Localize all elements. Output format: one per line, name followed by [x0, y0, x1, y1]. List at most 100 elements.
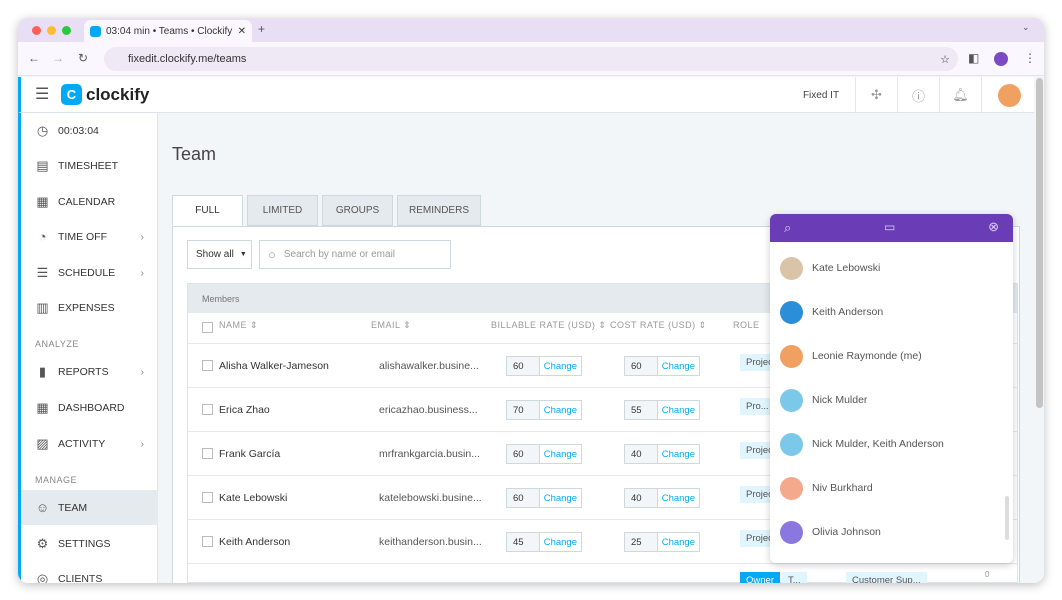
tab-full[interactable]: FULL [172, 195, 243, 226]
activity-icon: ▨ [36, 435, 49, 451]
caret-down-icon: ▼ [239, 251, 247, 258]
minimize-window-button[interactable] [47, 26, 56, 35]
maximize-window-button[interactable] [62, 26, 71, 35]
change-cost-button[interactable]: Change [658, 489, 699, 507]
section-manage: MANAGE [35, 475, 78, 485]
clockify-favicon [90, 25, 101, 37]
close-window-button[interactable] [32, 26, 41, 35]
select-all-checkbox[interactable] [202, 322, 213, 333]
change-cost-button[interactable]: Change [658, 533, 699, 551]
role-badge[interactable]: T... [782, 572, 807, 583]
table-row: Owner T... Customer Sup... 0 [188, 563, 1017, 583]
row-checkbox[interactable] [202, 448, 213, 459]
sidebar-item-timesheet[interactable]: ▤ TIMESHEET [21, 148, 158, 183]
col-name[interactable]: NAME ⇕ [219, 320, 258, 331]
gear-icon: ⚙ [36, 535, 49, 551]
close-tab-icon[interactable]: ✕ [238, 26, 246, 37]
team-icon: ☺ [35, 500, 50, 515]
clockify-logo[interactable]: Cclockify [61, 84, 149, 105]
clock-icon: ◷ [36, 122, 49, 138]
new-tab-button[interactable]: + [258, 22, 265, 36]
workspace-switcher[interactable]: Fixed IT [791, 77, 851, 113]
sidebar-item-dashboard[interactable]: ▦ DASHBOARD [21, 390, 158, 425]
sidebar-item-reports[interactable]: ▮ REPORTS › [21, 354, 158, 389]
change-billable-button[interactable]: Change [540, 401, 581, 419]
puzzle-icon[interactable]: ✣ [855, 77, 897, 113]
page-scrollbar[interactable] [1036, 78, 1043, 408]
sidebar-item-clients[interactable]: ◎ CLIENTS [21, 561, 158, 584]
change-billable-button[interactable]: Change [540, 357, 581, 375]
row-checkbox[interactable] [202, 492, 213, 503]
side-panel-icon[interactable]: ◧ [968, 51, 979, 65]
col-cost-rate[interactable]: COST RATE (USD) ⇕ [610, 320, 707, 331]
sidebar-item-time-off[interactable]: ◔ TIME OFF › [21, 219, 158, 254]
close-icon[interactable]: ⊗ [988, 219, 999, 235]
chevron-right-icon: › [140, 230, 145, 243]
sidebar-item-settings[interactable]: ⚙ SETTINGS [21, 526, 158, 561]
change-billable-button[interactable]: Change [540, 489, 581, 507]
tab-list-button[interactable]: ⌄ [1022, 22, 1030, 33]
avatar [780, 388, 803, 412]
timer-item[interactable]: ◷ 00:03:04 [21, 113, 158, 148]
hamburger-menu-icon[interactable]: ☰ [35, 84, 49, 104]
sidebar-item-activity[interactable]: ▨ ACTIVITY › [21, 426, 158, 461]
sidebar-item-schedule[interactable]: ☰ SCHEDULE › [21, 255, 158, 290]
popup-user-item[interactable]: Leonie Raymonde (me) [780, 334, 922, 378]
role-badge-owner[interactable]: Owner [740, 572, 780, 583]
avatar [780, 476, 803, 500]
sidebar-item-calendar[interactable]: ▦ CALENDAR [21, 184, 158, 219]
dashboard-icon: ▦ [36, 399, 49, 415]
row-checkbox[interactable] [202, 404, 213, 415]
browser-window: 03:04 min • Teams • Clockify ✕ + ⌄ ← → ↻ … [18, 18, 1044, 583]
calendar-icon: ▦ [36, 193, 49, 209]
browser-tab[interactable]: 03:04 min • Teams • Clockify ✕ [84, 20, 252, 42]
url-input[interactable]: fixedit.clockify.me/teams ☆ [104, 47, 958, 71]
col-role: ROLE [733, 320, 760, 330]
cost-rate: 40 Change [624, 488, 700, 508]
col-billable-rate[interactable]: BILLABLE RATE (USD) ⇕ [491, 320, 606, 331]
menu-icon[interactable]: ⋮ [1024, 51, 1036, 65]
back-icon[interactable]: ← [28, 51, 40, 65]
member-email: katelebowski.busine... [379, 492, 482, 504]
avatar [780, 520, 803, 544]
sidebar-item-team[interactable]: ☺ TEAM [21, 490, 158, 525]
change-cost-button[interactable]: Change [658, 401, 699, 419]
change-cost-button[interactable]: Change [658, 445, 699, 463]
avatar [780, 300, 803, 324]
cost-rate: 55 Change [624, 400, 700, 420]
search-icon[interactable]: ⌕ [784, 220, 791, 236]
popup-user-item[interactable]: Kate Lebowski [780, 246, 880, 290]
member-email: ericazhao.business... [379, 404, 478, 416]
change-cost-button[interactable]: Change [658, 357, 699, 375]
popup-user-item[interactable]: Nick Mulder [780, 378, 867, 422]
search-input[interactable]: ○ Search by name or email [259, 240, 451, 269]
row-checkbox[interactable] [202, 536, 213, 547]
tab-limited[interactable]: LIMITED [247, 195, 318, 226]
change-billable-button[interactable]: Change [540, 533, 581, 551]
popup-user-item[interactable]: Nick Mulder, Keith Anderson [780, 422, 944, 466]
popup-user-item[interactable]: Keith Anderson [780, 290, 883, 334]
profile-avatar[interactable] [994, 52, 1008, 66]
minimize-icon[interactable]: ▭ [884, 220, 895, 234]
tab-reminders[interactable]: REMINDERS [397, 195, 481, 226]
sidebar-item-expenses[interactable]: ▥ EXPENSES [21, 290, 158, 325]
help-icon[interactable]: ⓘ [897, 77, 939, 113]
member-name: Keith Anderson [219, 536, 291, 548]
change-billable-button[interactable]: Change [540, 445, 581, 463]
sidebar: ◷ 00:03:04 ▤ TIMESHEET ▦ CALENDAR ◔ TIME OFF… [18, 113, 158, 583]
tab-groups[interactable]: GROUPS [322, 195, 393, 226]
popup-user-item[interactable]: Niv Burkhard [780, 466, 873, 510]
popup-scrollbar[interactable] [1005, 496, 1009, 540]
col-email[interactable]: EMAIL ⇕ [371, 320, 411, 331]
user-avatar[interactable] [981, 77, 1037, 113]
group-badge[interactable]: Customer Sup... [846, 572, 927, 583]
chevron-right-icon: › [140, 266, 145, 279]
bell-icon[interactable]: 🔔︎ [939, 77, 981, 113]
forward-icon[interactable]: → [52, 51, 64, 65]
reload-icon[interactable]: ↻ [78, 51, 88, 65]
filter-select[interactable]: Show all ▼ [187, 240, 252, 269]
popup-user-item[interactable]: Olivia Johnson [780, 510, 881, 554]
billable-rate: 60 Change [506, 356, 582, 376]
bookmark-star-icon[interactable]: ☆ [940, 53, 950, 66]
row-checkbox[interactable] [202, 360, 213, 371]
